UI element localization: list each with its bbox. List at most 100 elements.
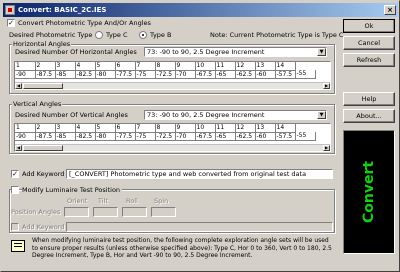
grid-angle-cell[interactable]: -70 bbox=[175, 132, 196, 141]
type-c-label: Type C bbox=[106, 31, 128, 39]
close-button[interactable]: × bbox=[384, 5, 396, 15]
grid-index-cell: 1 bbox=[15, 124, 36, 133]
window-title: Convert: BASIC_2C.IES bbox=[18, 6, 107, 14]
scroll-thumb[interactable] bbox=[23, 145, 63, 151]
grid-index-cell: 11 bbox=[215, 124, 236, 133]
grid-index-cell: 9 bbox=[175, 124, 196, 133]
tilt-input[interactable] bbox=[93, 207, 118, 217]
grid-angle-cell[interactable]: -90 bbox=[15, 132, 36, 141]
about-button[interactable]: About... bbox=[343, 109, 395, 123]
grid-index-cell: 2 bbox=[35, 62, 56, 71]
chevron-down-icon[interactable]: ▼ bbox=[317, 48, 326, 56]
grid-angle-cell[interactable]: -70 bbox=[175, 70, 196, 79]
horizontal-angles-grid[interactable]: 1 2 3 4 5 6 7 8 9 10 11 12 13 14 -90 -87.5 -85 -82.5 -80-… bbox=[14, 61, 331, 90]
cancel-button[interactable]: Cancel bbox=[343, 36, 395, 50]
warning-icon bbox=[11, 240, 25, 252]
scroll-right-icon[interactable]: ▶ bbox=[323, 145, 330, 151]
grid-angle-cell[interactable]: -77.5 bbox=[115, 132, 136, 141]
grid-index-cell: 7 bbox=[135, 62, 156, 71]
convert-photometric-label: Convert Photometric Type And/Or Angles bbox=[18, 19, 151, 27]
grid-index-cell: 6 bbox=[115, 124, 136, 133]
position-add-keyword-label: Add Keyword bbox=[22, 223, 65, 231]
scroll-thumb[interactable] bbox=[23, 83, 63, 89]
convert-button[interactable]: Convert bbox=[343, 130, 395, 254]
position-add-keyword-checkbox[interactable] bbox=[11, 223, 19, 231]
position-keyword-input[interactable] bbox=[66, 222, 333, 232]
tilt-header: Tilt bbox=[98, 197, 108, 205]
grid-angle-cell[interactable]: -75 bbox=[135, 132, 156, 141]
keyword-input[interactable]: [_CONVERT] Photometric type and web conv… bbox=[66, 169, 333, 179]
add-keyword-checkbox[interactable]: ✓ bbox=[11, 170, 19, 178]
grid-index-cell: 13 bbox=[255, 124, 276, 133]
grid-index-cell: 12 bbox=[235, 62, 256, 71]
type-b-label: Type B bbox=[150, 31, 172, 39]
vertical-angles-value: 73: -90 to 90, 2.5 Degree Increment bbox=[147, 111, 265, 119]
horizontal-angles-label: Desired Number Of Horizontal Angles bbox=[15, 48, 137, 56]
vertical-angles-title: Vertical Angles bbox=[12, 100, 63, 108]
position-angles-label: Position Angles bbox=[11, 208, 61, 216]
grid-angle-cell[interactable]: -82.5 bbox=[75, 132, 96, 141]
grid-index-cell: 14 bbox=[275, 62, 296, 71]
app-icon bbox=[5, 5, 15, 15]
grid-angle-cell[interactable]: -62.5 bbox=[235, 132, 256, 141]
scroll-right-icon[interactable]: ▶ bbox=[323, 83, 330, 89]
vertical-angles-label: Desired Number Of Vertical Angles bbox=[15, 111, 128, 119]
grid-angle-cell[interactable]: -67.5 bbox=[195, 132, 216, 141]
grid-angle-cell[interactable]: -60 bbox=[255, 70, 276, 79]
grid-angle-cell[interactable]: -85 bbox=[55, 132, 76, 141]
grid-angle-cell[interactable]: -57.5 bbox=[275, 132, 296, 141]
grid-angle-cell[interactable]: -85 bbox=[55, 70, 76, 79]
type-b-radio[interactable] bbox=[139, 31, 147, 39]
grid-angle-cell[interactable]: -80 bbox=[95, 132, 116, 141]
photometric-type-label: Desired Photometric Type bbox=[9, 31, 93, 39]
horizontal-angles-title: Horizontal Angles bbox=[12, 40, 72, 48]
vertical-angles-select[interactable]: 73: -90 to 90, 2.5 Degree Increment ▼ bbox=[144, 110, 327, 120]
help-button[interactable]: Help bbox=[343, 92, 395, 106]
position-note: When modifying luminaire test position, … bbox=[32, 237, 332, 260]
grid-angle-cell[interactable]: -62.5 bbox=[235, 70, 256, 79]
add-keyword-label: Add Keyword bbox=[22, 170, 65, 178]
grid-angle-cell[interactable]: -65 bbox=[215, 70, 236, 79]
grid-angle-cell[interactable]: -57.5 bbox=[275, 70, 296, 79]
grid-angle-cell[interactable]: -82.5 bbox=[75, 70, 96, 79]
ok-button[interactable]: Ok bbox=[343, 19, 395, 33]
spin-input[interactable] bbox=[151, 207, 176, 217]
grid-angle-cell[interactable]: -60 bbox=[255, 132, 276, 141]
horizontal-scrollbar[interactable]: ◀ ▶ bbox=[15, 82, 330, 89]
scroll-left-icon[interactable]: ◀ bbox=[15, 145, 22, 151]
grid-index-cell: 10 bbox=[195, 62, 216, 71]
title-bar: Convert: BASIC_2C.IES × bbox=[3, 3, 398, 17]
orient-input[interactable] bbox=[64, 207, 89, 217]
grid-angle-cell[interactable]: -65 bbox=[215, 132, 236, 141]
grid-angle-cell[interactable]: -87.5 bbox=[35, 70, 56, 79]
grid-angle-cell[interactable]: -72.5 bbox=[155, 132, 176, 141]
grid-angle-cell[interactable]: -77.5 bbox=[115, 70, 136, 79]
horizontal-angles-select[interactable]: 73: -90 to 90, 2.5 Degree Increment ▼ bbox=[144, 47, 327, 57]
grid-angle-cell[interactable]: -67.5 bbox=[195, 70, 216, 79]
grid-index-cell: 13 bbox=[255, 62, 276, 71]
grid-angle-cell[interactable]: -75 bbox=[135, 70, 156, 79]
grid-angle-cell[interactable]: -55 bbox=[295, 132, 316, 141]
convert-photometric-checkbox[interactable]: ✓ bbox=[7, 19, 15, 27]
vertical-scrollbar[interactable]: ◀ ▶ bbox=[15, 144, 330, 151]
modify-position-checkbox[interactable] bbox=[11, 186, 19, 194]
vertical-angles-grid[interactable]: 1 2 3 4 5 6 7 8 9 10 11 12 13 14 -90 -87.5 -85 -82.5 -80-… bbox=[14, 123, 331, 152]
grid-index-cell: 9 bbox=[175, 62, 196, 71]
grid-angle-cell[interactable]: -90 bbox=[15, 70, 36, 79]
grid-index-cell: 3 bbox=[55, 124, 76, 133]
horizontal-angles-value: 73: -90 to 90, 2.5 Degree Increment bbox=[147, 48, 265, 56]
roll-input[interactable] bbox=[122, 207, 147, 217]
grid-index-cell: 5 bbox=[95, 62, 116, 71]
grid-angle-cell[interactable]: -72.5 bbox=[155, 70, 176, 79]
grid-angle-cell[interactable]: -87.5 bbox=[35, 132, 56, 141]
grid-index-cell: 4 bbox=[75, 62, 96, 71]
grid-index-cell: 1 bbox=[15, 62, 36, 71]
refresh-button[interactable]: Refresh bbox=[343, 53, 395, 67]
grid-index-cell: 2 bbox=[35, 124, 56, 133]
type-c-radio[interactable] bbox=[95, 31, 103, 39]
grid-angle-cell[interactable]: -80 bbox=[95, 70, 116, 79]
grid-angle-cell[interactable]: -55 bbox=[295, 70, 316, 79]
scroll-left-icon[interactable]: ◀ bbox=[15, 83, 22, 89]
chevron-down-icon[interactable]: ▼ bbox=[317, 111, 326, 119]
spin-header: Spin bbox=[154, 197, 169, 205]
